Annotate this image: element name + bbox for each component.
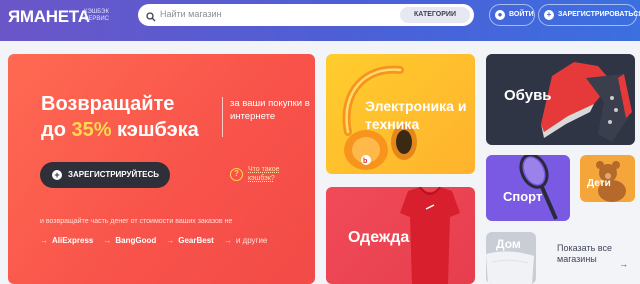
top-header: ЯМАНЕТА кэшбэк сервис Найти магазин КАТЕ… [0,0,640,41]
category-clothes[interactable]: Одежда [326,187,475,284]
category-title: Электроника и техника [365,98,467,132]
what-is-cashback-link[interactable]: Что такое кэшбэк? [248,165,298,183]
shop-link[interactable]: → BangGood [103,236,156,245]
search-icon [146,9,156,27]
logo-subtitle: кэшбэк сервис [84,9,109,22]
shop-name: AliExpress [52,236,94,245]
arrow-right-icon: → [103,236,112,245]
arrow-right-icon: → [223,236,232,245]
divider [222,97,223,137]
plus-icon: + [544,10,554,20]
shop-name: BangGood [115,236,157,245]
hero-title-line1: Возвращайте [41,93,175,115]
shop-link-other[interactable]: → и другие [224,236,268,245]
category-shoes[interactable]: Обувь [486,54,635,145]
hero-note: и возвращайте часть денег от стоимости в… [40,218,233,225]
login-button[interactable]: ● ВОЙТИ [489,4,535,26]
category-title: Обувь [504,87,552,104]
register-button[interactable]: + ЗАРЕГИСТРИРУЙТЕСЬ [40,162,170,188]
arrow-right-icon: → [166,236,175,245]
search-bar[interactable]: Найти магазин КАТЕГОРИИ [138,4,474,26]
categories-button[interactable]: КАТЕГОРИИ [400,7,470,23]
category-title: Одежда [348,229,410,246]
arrow-right-icon: → [619,259,628,269]
category-title: Дети [587,178,611,189]
hero-title-suffix: кэшбэка [111,119,199,141]
hero-banner: Возвращайте до 35% кэшбэка за ваши покуп… [8,54,315,284]
category-sport[interactable]: Спорт [486,155,570,221]
category-home[interactable]: Дом [486,232,536,284]
hero-percent: 35% [71,119,112,141]
login-label: ВОЙТИ [509,11,534,18]
site-logo[interactable]: ЯМАНЕТА [8,7,90,27]
user-icon: ● [495,10,505,20]
search-input[interactable]: Найти магазин [160,9,222,19]
category-title: Дом [496,237,521,251]
register-button-label: ЗАРЕГИСТРИРУЙТЕСЬ [68,170,160,179]
category-electronics[interactable]: b Электроника и техника [326,54,475,174]
shop-link[interactable]: → GearBest [166,236,214,245]
category-title: Спорт [503,189,543,204]
shop-link[interactable]: → AliExpress [40,236,93,245]
hero-title-prefix: до [41,119,72,141]
show-all-stores-link[interactable]: Показать все магазины → [557,243,628,269]
plus-icon: + [52,170,62,180]
hero-subtitle: за ваши покупки в интернете [230,98,310,122]
show-all-label: Показать все магазины [557,243,612,264]
register-label: ЗАРЕГИСТРИРОВАТЬСЯ [558,11,640,18]
arrow-right-icon: → [40,236,48,245]
hero-title: Возвращайте до 35% кэшбэка [41,91,211,143]
racket-icon [519,155,558,220]
shop-list: → AliExpress → BangGood → GearBest → и други… [40,236,267,245]
svg-text:b: b [363,158,367,165]
question-icon: ? [230,168,243,181]
register-header-button[interactable]: + ЗАРЕГИСТРИРОВАТЬСЯ [538,4,640,26]
shop-name: GearBest [178,236,214,245]
shop-name: и другие [235,236,268,245]
category-kids[interactable]: Дети [580,155,635,202]
